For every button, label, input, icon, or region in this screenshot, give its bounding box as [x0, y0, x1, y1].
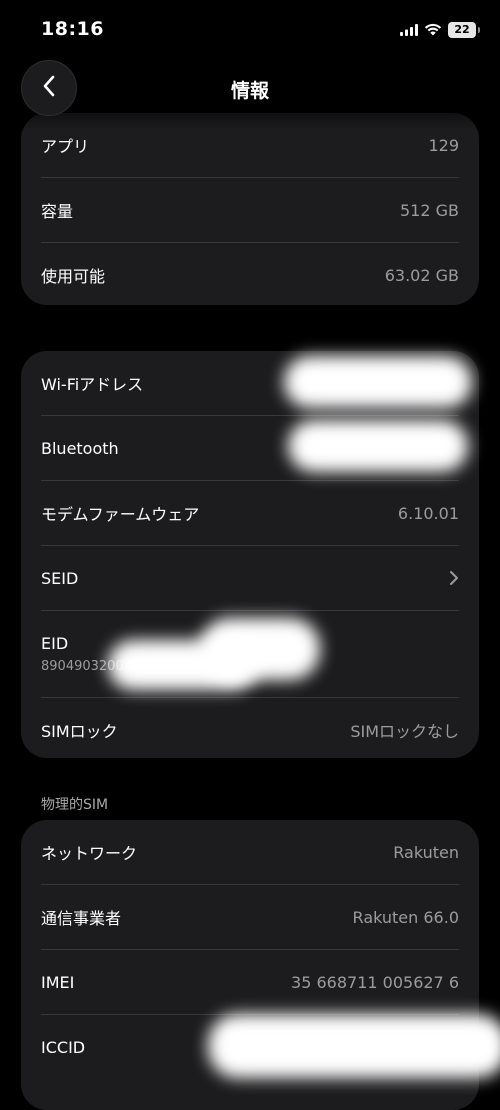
row-value: 6.10.01 — [397, 503, 459, 523]
network-card: Wi-Fiアドレス Bluetooth モデムファームウェア 6.10.01 S… — [21, 351, 479, 758]
info-row-network: ネットワーク Rakuten — [41, 820, 459, 885]
section-header-physical-sim: 物理的SIM — [41, 797, 109, 813]
row-value: 129 — [428, 135, 459, 155]
row-label: IMEI — [41, 972, 75, 992]
row-label: アプリ — [41, 137, 90, 156]
wifi-icon — [424, 21, 442, 40]
navigation-bar: 情報 — [0, 60, 500, 120]
row-label: ネットワーク — [41, 844, 138, 863]
row-label: Bluetooth — [41, 438, 119, 458]
status-bar: 18:16 22 — [0, 0, 500, 60]
row-label: EID — [41, 634, 69, 653]
row-value: 35 668711 005627 6 — [291, 972, 459, 992]
row-value: 512 GB — [400, 200, 459, 220]
status-icons: 22 — [400, 20, 480, 40]
row-value: Rakuten 66.0 — [352, 907, 459, 927]
row-label: Wi-Fiアドレス — [41, 375, 144, 394]
info-row-imei[interactable]: IMEI 35 668711 005627 6 — [41, 950, 459, 1015]
row-label: ICCID — [41, 1037, 86, 1057]
info-row-available: 使用可能 63.02 GB — [41, 243, 459, 307]
info-row-capacity: 容量 512 GB — [41, 178, 459, 243]
row-value: Rakuten — [393, 842, 459, 862]
row-label: SEID — [41, 568, 79, 588]
chevron-right-icon — [449, 570, 459, 586]
redaction-bluetooth — [288, 420, 468, 472]
row-value: 63.02 GB — [384, 265, 459, 285]
redaction-wifi — [284, 356, 472, 408]
info-row-carrier[interactable]: 通信事業者 Rakuten 66.0 — [41, 885, 459, 950]
info-row-seid[interactable]: SEID — [41, 546, 459, 611]
redaction-eid-b — [200, 618, 320, 680]
redaction-iccid — [208, 1014, 500, 1078]
status-time: 18:16 — [41, 18, 104, 40]
row-label: SIMロック — [41, 722, 118, 741]
row-label: 使用可能 — [41, 267, 106, 286]
info-row-sim-lock: SIMロック SIMロックなし — [41, 698, 459, 762]
storage-card: アプリ 129 容量 512 GB 使用可能 63.02 GB — [21, 113, 479, 305]
info-row-modem-firmware[interactable]: モデムファームウェア 6.10.01 — [41, 481, 459, 546]
page-title: 情報 — [230, 80, 269, 102]
signal-icon — [400, 21, 418, 40]
row-label: 通信事業者 — [41, 909, 122, 928]
row-label: モデムファームウェア — [41, 505, 200, 524]
row-label: 容量 — [41, 202, 74, 221]
battery-icon: 22 — [448, 22, 480, 38]
row-value: SIMロックなし — [350, 722, 459, 741]
